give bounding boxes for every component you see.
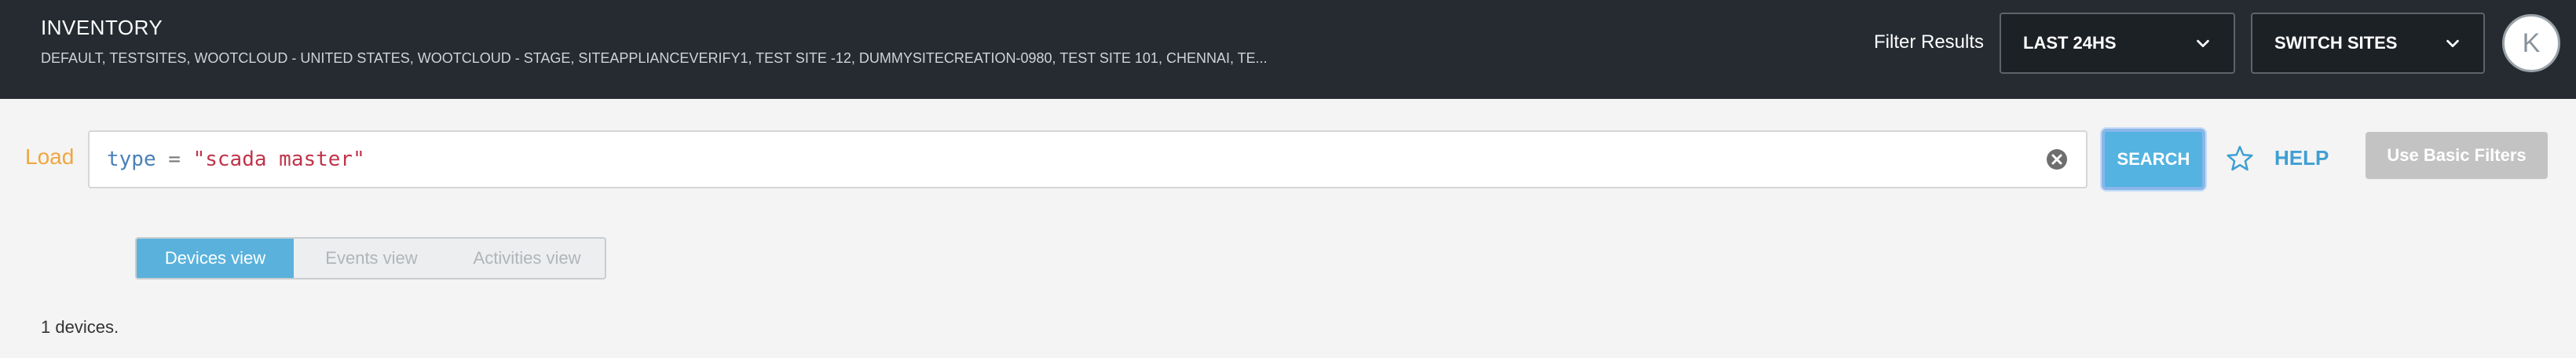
- query-value: "scada master": [192, 148, 365, 171]
- avatar-initial: K: [2522, 27, 2541, 58]
- load-query-link[interactable]: Load: [25, 144, 74, 170]
- top-header: INVENTORY DEFAULT, TESTSITES, WOOTCLOUD …: [0, 0, 2576, 99]
- time-filter-dropdown[interactable]: LAST 24HS: [2000, 13, 2235, 74]
- time-filter-value: LAST 24HS: [2023, 33, 2117, 53]
- user-avatar[interactable]: K: [2502, 14, 2560, 72]
- query-key: type: [107, 148, 156, 171]
- chevron-down-icon: [2446, 39, 2459, 48]
- use-basic-filters-button[interactable]: Use Basic Filters: [2366, 132, 2548, 179]
- switch-sites-dropdown[interactable]: SWITCH SITES: [2251, 13, 2485, 74]
- page-title: INVENTORY: [41, 16, 163, 39]
- tab-devices-view[interactable]: Devices view: [137, 239, 294, 278]
- search-button[interactable]: SEARCH: [2102, 129, 2205, 190]
- query-text: type = "scada master": [107, 148, 365, 171]
- switch-sites-label: SWITCH SITES: [2274, 33, 2398, 53]
- results-count: 1 devices.: [41, 317, 119, 337]
- filter-results-label: Filter Results: [1874, 31, 1985, 53]
- star-icon[interactable]: [2226, 144, 2254, 173]
- clear-icon[interactable]: [2045, 148, 2069, 171]
- query-operator: =: [156, 148, 193, 171]
- selected-sites-list: DEFAULT, TESTSITES, WOOTCLOUD - UNITED S…: [41, 50, 1268, 66]
- tab-activities-view[interactable]: Activities view: [449, 239, 605, 278]
- chevron-down-icon: [2197, 39, 2209, 48]
- help-link[interactable]: HELP: [2274, 146, 2329, 170]
- tab-events-view[interactable]: Events view: [294, 239, 449, 278]
- query-input[interactable]: type = "scada master": [88, 130, 2088, 188]
- view-switcher: Devices view Events view Activities view: [135, 237, 606, 279]
